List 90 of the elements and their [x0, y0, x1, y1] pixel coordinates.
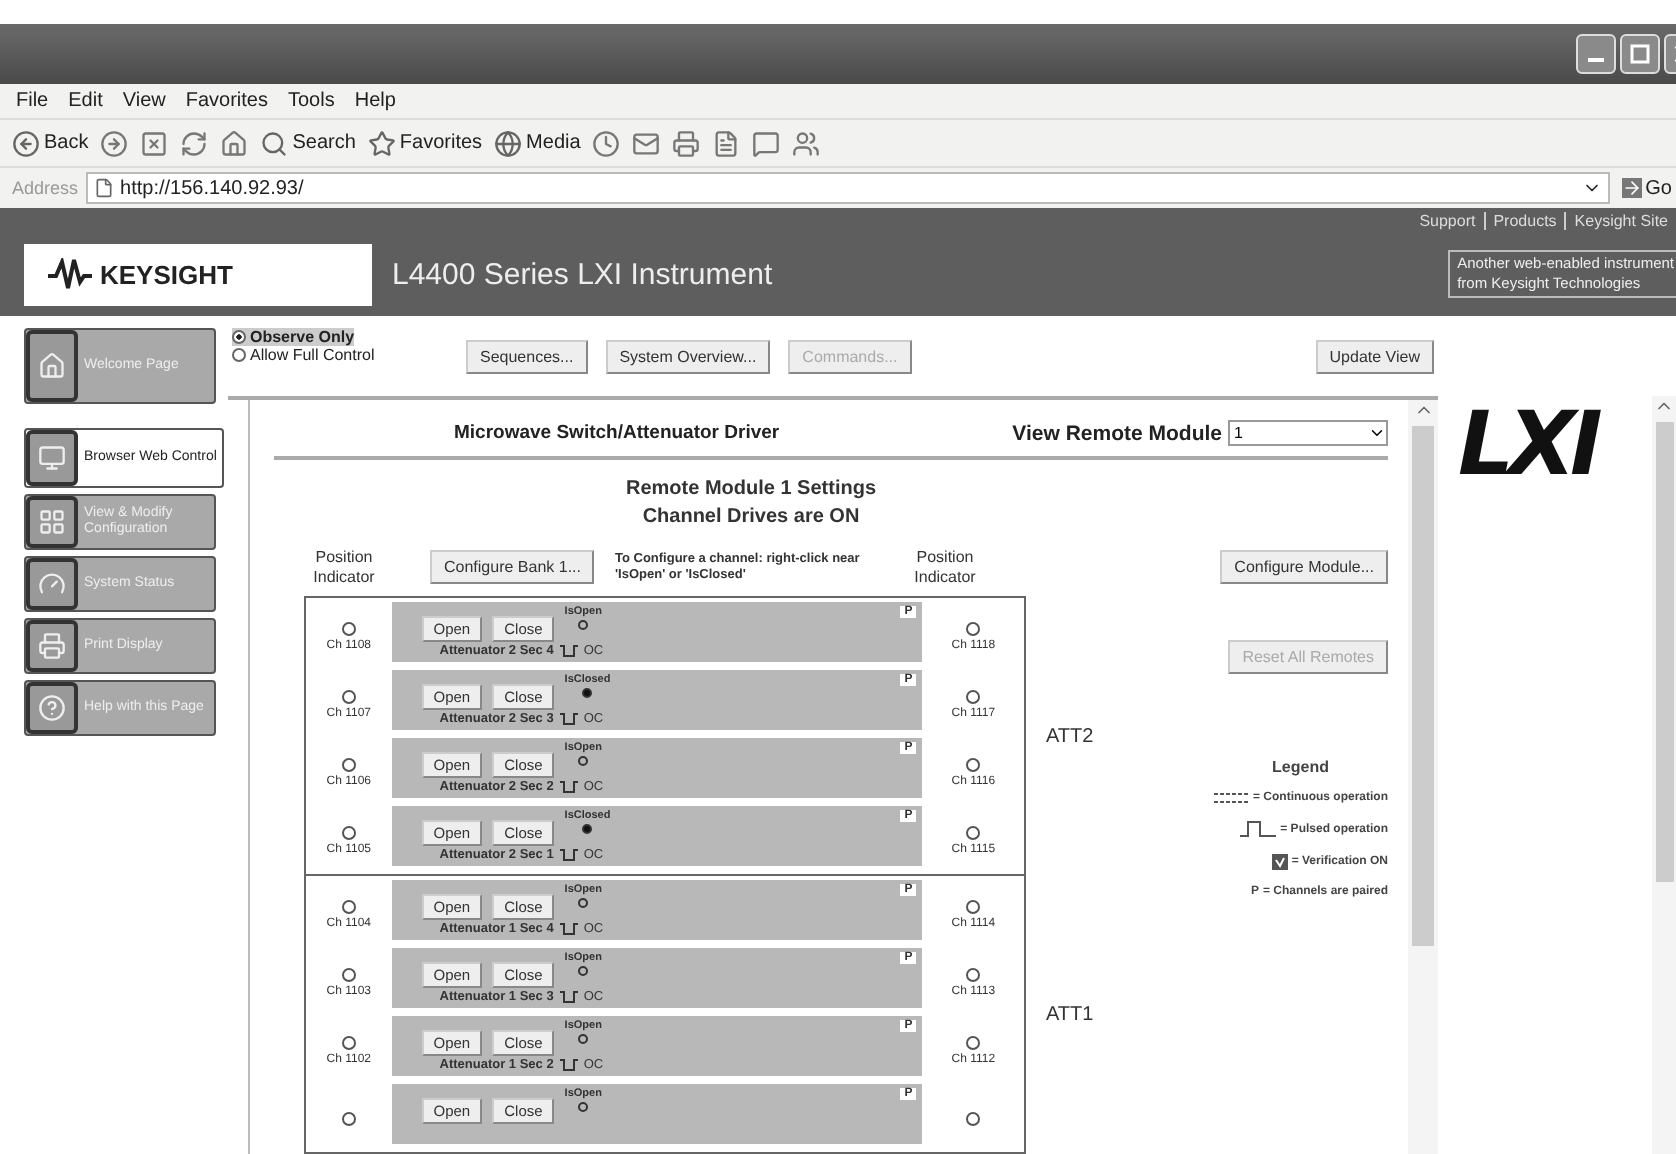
action-button[interactable]: Sequences...: [466, 339, 588, 373]
printer-icon: [26, 620, 78, 672]
toolbar-button[interactable]: Back: [12, 129, 89, 157]
settings-title: Remote Module 1 Settings: [623, 475, 878, 504]
position-indicator: [966, 967, 981, 981]
position-indicator: [966, 1111, 981, 1125]
close-icon[interactable]: [140, 129, 169, 157]
help-icon: [26, 682, 78, 734]
pulse-icon: [559, 990, 578, 1004]
house-icon: [26, 330, 78, 402]
pulse-icon: [559, 644, 578, 658]
configure-bank-button[interactable]: Configure Bank 1...: [430, 550, 595, 585]
monitor-icon: [26, 430, 78, 486]
star-icon: [367, 129, 396, 157]
address-label: Address: [12, 178, 79, 198]
position-indicator: [341, 967, 356, 981]
position-indicator: [341, 825, 356, 839]
printer-icon[interactable]: [672, 129, 701, 157]
pulse-icon: [559, 1058, 578, 1072]
position-indicator: [341, 621, 356, 635]
position-indicator: [341, 899, 356, 913]
position-indicator: [966, 621, 981, 635]
arrow-right-icon: [1621, 178, 1642, 198]
refresh-icon[interactable]: [180, 129, 209, 157]
page-icon: [94, 178, 115, 198]
panel-title: Microwave Switch/Attenuator Driver: [454, 422, 780, 445]
toolbar-button[interactable]: Search: [260, 129, 356, 157]
menu-item[interactable]: File: [16, 90, 49, 112]
scrollbar[interactable]: [1652, 396, 1676, 1154]
globe-icon: [494, 129, 523, 157]
position-indicator: [966, 757, 981, 771]
toolbar-button[interactable]: Favorites: [367, 129, 483, 157]
pulse-icon: [559, 922, 578, 936]
radio-option[interactable]: Allow Full Control: [232, 346, 375, 364]
grid-icon: [26, 496, 78, 548]
dashed-lines-icon: [1213, 792, 1249, 804]
people-icon[interactable]: [792, 129, 821, 157]
menu-item[interactable]: Favorites: [185, 90, 268, 112]
header-link[interactable]: Products: [1483, 211, 1565, 229]
arrow-left-icon: [12, 129, 40, 157]
toolbar-button[interactable]: Media: [494, 129, 581, 157]
chat-icon[interactable]: [752, 129, 781, 157]
group-label: ATT1: [1046, 1004, 1094, 1026]
header-link[interactable]: Keysight Site: [1564, 211, 1676, 229]
pulse-icon: [559, 848, 578, 862]
menu-item[interactable]: Edit: [68, 90, 103, 112]
position-indicator: [341, 1035, 356, 1049]
mail-icon[interactable]: [632, 129, 661, 157]
legend-title: Legend: [1272, 758, 1329, 776]
column-header: Position Indicator: [912, 547, 978, 588]
pulse-icon: [559, 712, 578, 726]
position-indicator: [341, 1111, 356, 1125]
position-indicator: [966, 689, 981, 703]
site-title: L4400 Series LXI Instrument: [392, 257, 775, 291]
address-field[interactable]: http://156.140.92.93/: [86, 172, 1610, 204]
position-indicator: [341, 689, 356, 703]
pulse-icon: [1240, 820, 1277, 838]
maximize-icon: [1630, 44, 1650, 64]
scrollbar[interactable]: [1408, 400, 1438, 1154]
menu-item[interactable]: View: [122, 90, 166, 112]
home-icon[interactable]: [220, 129, 249, 157]
menu-item[interactable]: Tools: [287, 90, 335, 112]
go-button[interactable]: Go: [1617, 177, 1676, 199]
drive-status: Channel Drives are ON: [640, 503, 862, 532]
gauge-icon: [26, 558, 78, 610]
header-link[interactable]: Support: [1411, 211, 1484, 229]
configure-module-button[interactable]: Configure Module...: [1220, 550, 1388, 585]
position-indicator: [966, 825, 981, 839]
module-select[interactable]: 1: [1228, 420, 1388, 447]
position-indicator: [341, 757, 356, 771]
update-view-button[interactable]: Update View: [1315, 339, 1434, 373]
action-button[interactable]: System Overview...: [605, 339, 771, 373]
minimize-button[interactable]: [1576, 34, 1616, 74]
arrow-right-icon[interactable]: [100, 129, 129, 157]
column-header: Position Indicator: [311, 547, 377, 588]
checked-square-icon: [1271, 854, 1288, 870]
radio-option[interactable]: Observe Only: [232, 328, 355, 346]
group-label: ATT2: [1046, 725, 1094, 747]
position-indicator: [966, 899, 981, 913]
lxi-logo: LXI: [1458, 396, 1597, 496]
document-icon[interactable]: [712, 129, 741, 157]
menu-item[interactable]: Help: [354, 90, 396, 112]
position-indicator: [966, 1035, 981, 1049]
maximize-button[interactable]: [1620, 34, 1660, 74]
wave-icon: [48, 258, 92, 290]
search-icon: [260, 129, 289, 157]
module-label: View Remote Module: [1012, 421, 1222, 446]
logo: KEYSIGHT: [24, 243, 372, 305]
clock-icon[interactable]: [592, 129, 621, 157]
pulse-icon: [559, 780, 578, 794]
